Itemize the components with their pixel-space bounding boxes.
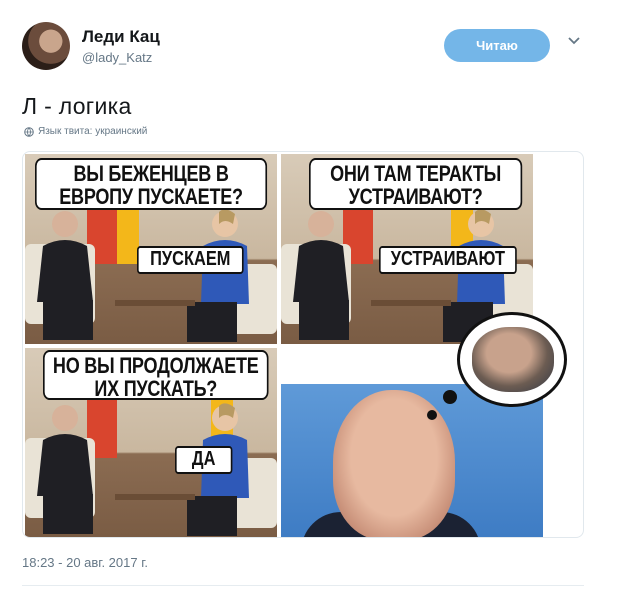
answer-box: ДА — [175, 446, 233, 474]
thought-bubble-image — [472, 327, 554, 392]
language-note-text: Язык твита: украинский — [38, 126, 148, 137]
man-figure — [37, 405, 93, 534]
thought-dot — [427, 410, 437, 420]
tweet-timestamp[interactable]: 18:23 - 20 авг. 2017 г. — [22, 555, 148, 570]
thought-dot — [443, 390, 457, 404]
divider — [22, 585, 584, 586]
follow-button[interactable]: Читаю — [444, 29, 550, 62]
answer-box: ПУСКАЕМ — [137, 246, 244, 274]
flag-gold — [117, 204, 139, 264]
language-note: Язык твита: украинский — [24, 126, 147, 137]
question-bubble: ОНИ ТАМ ТЕРАКТЫ УСТРАИВАЮТ? — [309, 158, 523, 210]
user-name[interactable]: Леди Кац — [82, 27, 160, 47]
man-figure — [293, 211, 349, 340]
meme-panel-4 — [281, 384, 543, 537]
avatar[interactable] — [22, 22, 70, 70]
tweet-media[interactable]: ВЫ БЕЖЕНЦЕВ В ЕВРОПУ ПУСКАЕТЕ? ПУСКАЕМ О… — [22, 151, 584, 538]
woman-figure — [187, 209, 249, 342]
question-bubble: ВЫ БЕЖЕНЦЕВ В ЕВРОПУ ПУСКАЕТЕ? — [35, 158, 268, 210]
coffee-table — [371, 300, 451, 306]
user-handle[interactable]: @lady_Katz — [82, 50, 152, 65]
question-bubble: НО ВЫ ПРОДОЛЖАЕТЕ ИХ ПУСКАТЬ? — [43, 350, 269, 400]
thought-bubble — [457, 312, 567, 407]
face-shape — [333, 390, 455, 537]
globe-icon — [24, 126, 34, 137]
coffee-table — [115, 300, 195, 306]
tweet-header: Леди Кац @lady_Katz Читаю — [22, 20, 602, 74]
meme-panel-1: ВЫ БЕЖЕНЦЕВ В ЕВРОПУ ПУСКАЕТЕ? ПУСКАЕМ — [25, 154, 277, 344]
coffee-table — [115, 494, 195, 500]
meme-panel-3: НО ВЫ ПРОДОЛЖАЕТЕ ИХ ПУСКАТЬ? ДА — [25, 348, 277, 537]
man-figure — [37, 211, 93, 340]
chevron-down-icon[interactable] — [567, 34, 581, 48]
tweet-text: Л - логика — [22, 93, 132, 119]
answer-box: УСТРАИВАЮТ — [379, 246, 517, 274]
